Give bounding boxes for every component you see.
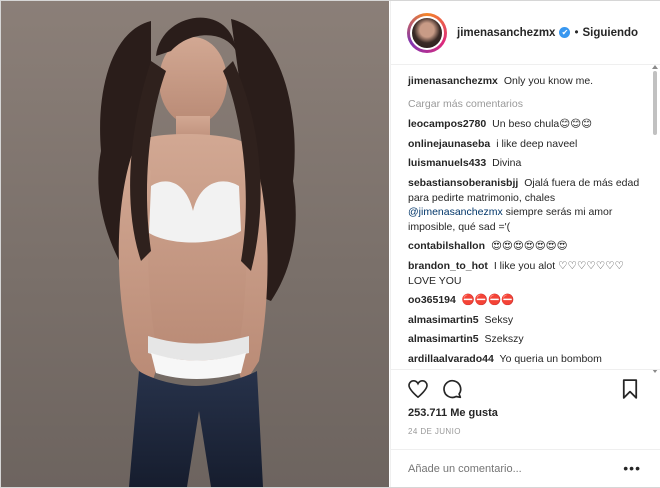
comment-username[interactable]: onlinejaunaseba <box>408 138 490 150</box>
header-username[interactable]: jimenasanchezmx <box>457 27 555 39</box>
comment-username[interactable]: ardillaalvarado44 <box>408 353 494 365</box>
header-text: jimenasanchezmx ✔ • Siguiendo <box>457 27 638 39</box>
comment-text: i like deep naveel <box>496 137 578 150</box>
comment-text: Seksy <box>484 313 514 326</box>
comment-item: luismanuels433 Divina <box>408 156 653 171</box>
comment-item: ardillaalvarado44 Yo queria un bombom <box>408 352 653 367</box>
caption-text: Only you know me. <box>503 75 594 87</box>
caption-username[interactable]: jimenasanchezmx <box>408 75 498 87</box>
post-sidebar: jimenasanchezmx ✔ • Siguiendo jimenasanc… <box>390 1 660 487</box>
action-icon-row <box>407 378 463 400</box>
comment-username[interactable]: sebastiansoberanisbjj <box>408 177 518 189</box>
post-photo-art <box>98 17 296 487</box>
comment-item: almasimartin5 Szekszy <box>408 332 653 347</box>
avatar-image <box>410 15 444 50</box>
comment-text: Yo queria un bombom <box>499 352 602 365</box>
header-separator: • <box>574 26 579 39</box>
load-more-comments-link[interactable]: Cargar más comentarios <box>408 97 653 112</box>
comment-item: sebastiansoberanisbjj Ojalá fuera de más… <box>408 176 653 234</box>
comment-username[interactable]: contabilshallon <box>408 240 485 252</box>
comment-item: onlinejaunaseba i like deep naveel <box>408 137 653 152</box>
comment-username[interactable]: brandon_to_hot <box>408 260 488 272</box>
add-comment-input[interactable] <box>408 462 608 475</box>
instagram-post: jimenasanchezmx ✔ • Siguiendo jimenasanc… <box>0 0 660 488</box>
comment-item: almasimartin5 Seksy <box>408 313 653 328</box>
comment-item: brandon_to_hot I like you alot ♡♡♡♡♡♡♡ L… <box>408 259 653 288</box>
comment-username[interactable]: almasimartin5 <box>408 314 479 326</box>
comment-list[interactable]: jimenasanchezmx Only you know me. Cargar… <box>391 66 653 369</box>
more-options-icon[interactable]: ••• <box>623 461 641 475</box>
comment-username[interactable]: luismanuels433 <box>408 157 486 169</box>
verified-badge-icon: ✔ <box>559 27 571 38</box>
comment-text: Un beso chula😊😊😊 <box>492 118 593 131</box>
heart-icon[interactable] <box>407 378 429 400</box>
post-actions: 253.711 Me gusta 24 DE JUNIO ••• <box>391 369 660 487</box>
caption: jimenasanchezmx Only you know me. <box>408 74 653 89</box>
comment-text: ⛔⛔⛔⛔ <box>461 294 515 307</box>
like-count[interactable]: 253.711 Me gusta <box>408 407 498 419</box>
bookmark-icon[interactable] <box>619 378 641 400</box>
comment-username[interactable]: leocampos2780 <box>408 118 486 130</box>
comment-username[interactable]: oo365194 <box>408 294 456 306</box>
comment-username[interactable]: almasimartin5 <box>408 333 479 345</box>
comment-text: Divina <box>492 157 522 170</box>
post-header: jimenasanchezmx ✔ • Siguiendo <box>391 1 660 65</box>
comment-item: contabilshallon 😍😍😍😍😍😍😍 <box>408 239 653 254</box>
comment-icon[interactable] <box>441 378 463 400</box>
scrollbar-thumb[interactable] <box>653 71 657 135</box>
avatar[interactable] <box>407 12 447 53</box>
post-date[interactable]: 24 DE JUNIO <box>408 427 461 436</box>
scroll-up-arrow-icon[interactable] <box>652 65 658 69</box>
add-comment-bar: ••• <box>391 449 660 487</box>
comment-text: Szekszy <box>484 333 524 346</box>
comment-text: 😍😍😍😍😍😍😍 <box>490 240 568 253</box>
comments-scrollbar[interactable] <box>652 65 658 373</box>
post-photo[interactable] <box>1 1 389 487</box>
following-button[interactable]: Siguiendo <box>582 27 638 39</box>
comment-mention-link[interactable]: @jimenasanchezmx <box>408 206 503 218</box>
comment-item: leocampos2780 Un beso chula😊😊😊 <box>408 117 653 132</box>
comment-item: oo365194 ⛔⛔⛔⛔ <box>408 293 653 308</box>
